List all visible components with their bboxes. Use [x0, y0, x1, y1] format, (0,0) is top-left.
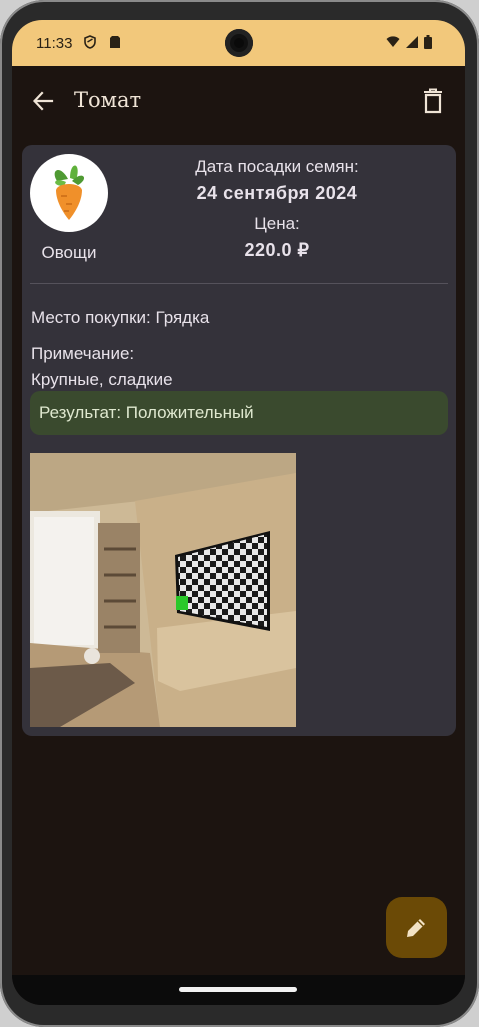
home-gesture-handle[interactable]	[179, 987, 297, 992]
screen: 11:33 Томат Овощи Дата посадки семян: 24…	[12, 20, 465, 1005]
battery-icon	[424, 35, 432, 49]
plant-card: Овощи Дата посадки семян: 24 сентября 20…	[22, 145, 456, 736]
plant-photo[interactable]	[30, 453, 296, 727]
category-label: Овощи	[41, 243, 97, 262]
phone-frame: 11:33 Томат Овощи Дата посадки семян: 24…	[0, 0, 479, 1027]
purchase-place: Место покупки: Грядка	[31, 308, 210, 327]
pencil-icon	[407, 919, 425, 937]
divider	[30, 283, 448, 284]
sim-card-icon	[110, 36, 120, 48]
shield-icon	[84, 35, 96, 49]
wifi-icon	[386, 36, 400, 47]
edit-button[interactable]	[386, 897, 447, 958]
signal-icon	[406, 36, 418, 48]
price-value: 220.0 ₽	[244, 240, 310, 260]
result-text: Результат: Положительный	[39, 403, 254, 422]
page-title: Томат	[74, 88, 142, 112]
arrow-back-icon[interactable]	[32, 90, 54, 112]
price-label: Цена:	[254, 214, 300, 233]
navigation-bar	[12, 975, 465, 1005]
status-time: 11:33	[36, 35, 73, 52]
planting-date-value: 24 сентября 2024	[196, 183, 358, 203]
carrot-icon	[30, 154, 108, 232]
front-camera	[225, 29, 253, 57]
planting-date-label: Дата посадки семян:	[195, 157, 359, 176]
note-value: Крупные, сладкие	[31, 370, 173, 389]
status-bar: 11:33	[12, 20, 465, 66]
result-banner: Результат: Положительный	[30, 391, 448, 435]
trash-icon[interactable]	[422, 88, 444, 114]
note-label: Примечание:	[31, 344, 135, 363]
info-block: Дата посадки семян: 24 сентября 2024 Цен…	[142, 157, 412, 261]
app-bar: Томат	[12, 66, 465, 136]
